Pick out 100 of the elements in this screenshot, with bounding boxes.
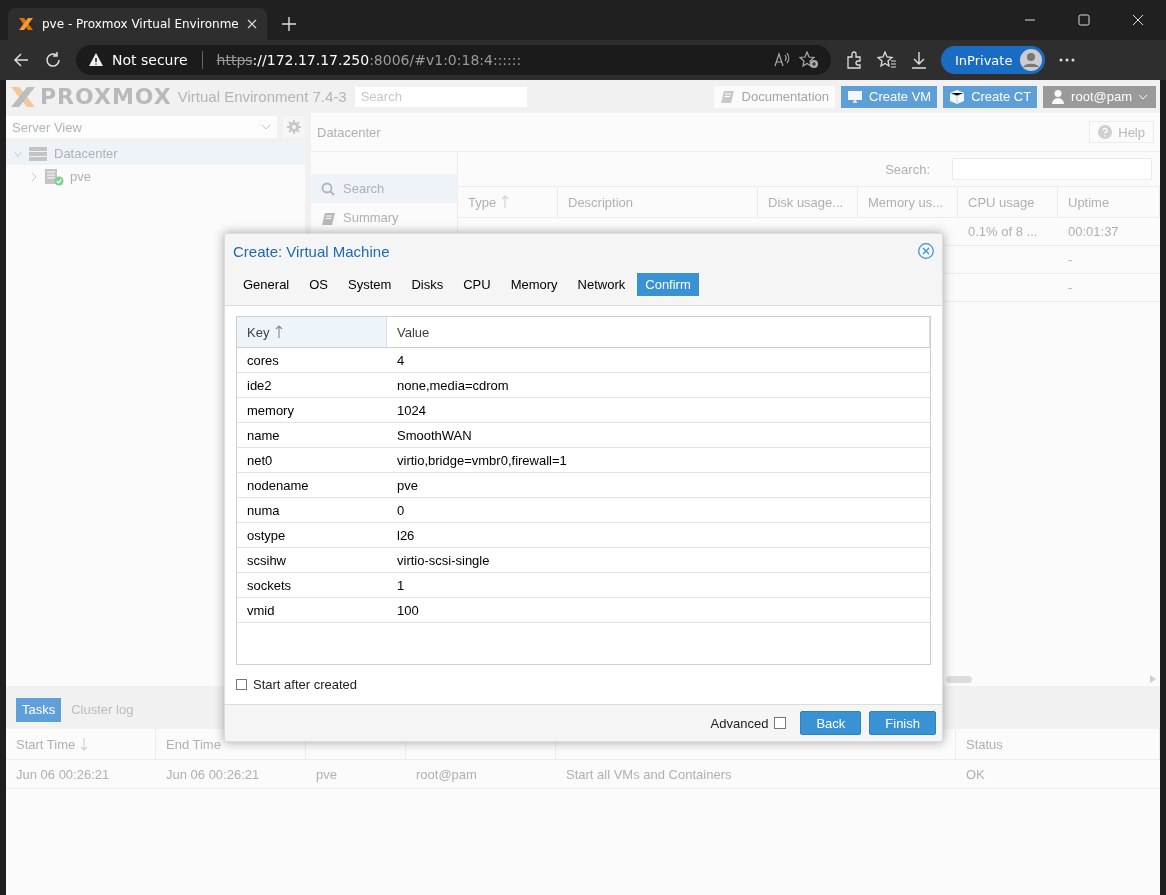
- product-version: Virtual Environment 7.4-3: [177, 88, 347, 105]
- table-cell-text: l26: [396, 526, 416, 545]
- sort-up-icon: [275, 325, 284, 339]
- checkbox[interactable]: [236, 678, 247, 690]
- dialog-title: Create: Virtual Machine: [233, 242, 390, 260]
- warning-icon: [88, 52, 104, 68]
- panel-title: Datacenter: [317, 124, 381, 140]
- security-label[interactable]: Not secure: [112, 52, 188, 68]
- table-cell-text: root@pam: [415, 765, 478, 784]
- checkbox[interactable]: [774, 717, 787, 729]
- favorite-add-icon[interactable]: [799, 51, 819, 69]
- table-cell-text: ostype: [246, 526, 287, 545]
- x-logo-icon: [10, 84, 36, 109]
- column-header[interactable]: Status: [966, 736, 1003, 752]
- table-cell-text: net0: [246, 451, 274, 470]
- x-logo-icon: [18, 16, 34, 32]
- table-cell-text: -: [1067, 279, 1074, 297]
- help-button[interactable]: Help: [1089, 121, 1154, 143]
- server-rack-icon: [28, 144, 48, 163]
- plus-icon[interactable]: [280, 16, 297, 32]
- read-aloud-icon[interactable]: [773, 52, 791, 68]
- caret-icon: [261, 124, 271, 130]
- column-header[interactable]: Memory us...: [868, 194, 944, 210]
- dialog-button[interactable]: Back: [800, 711, 862, 735]
- tree-item[interactable]: Datacenter: [6, 142, 305, 165]
- table-cell-text: Start all VMs and Containers: [565, 765, 733, 784]
- brand-logo: PROXMOX: [40, 84, 172, 109]
- table-cell-text: 100: [396, 601, 420, 620]
- back-icon[interactable]: [12, 51, 30, 69]
- table-cell-text: 1: [396, 576, 406, 595]
- refresh-icon[interactable]: [44, 51, 62, 69]
- column-header[interactable]: End Time: [166, 736, 221, 752]
- url-text: https://172.17.17.250:8006/#v1:0:18:4::::::: [216, 52, 522, 68]
- table-cell-text: Jun 06 00:26:21: [15, 765, 111, 784]
- monitor-icon: [847, 88, 863, 105]
- browser-tab[interactable]: pve - Proxmox Virtual Environme: [8, 8, 267, 40]
- table-cell-text: name: [246, 426, 281, 445]
- table-cell-text: 4: [396, 351, 406, 370]
- tab[interactable]: Network: [569, 272, 634, 296]
- table-cell-text: 0.1% of 8 ...: [967, 223, 1039, 241]
- table-cell-text: 0: [396, 501, 406, 520]
- sort-up-icon: [501, 195, 510, 209]
- table-cell-text: numa: [246, 501, 281, 520]
- tree-item[interactable]: pve: [22, 165, 305, 188]
- column-header[interactable]: Uptime: [1068, 194, 1110, 210]
- view-select[interactable]: Server View: [6, 116, 277, 138]
- profile-button[interactable]: InPrivate: [941, 46, 1046, 74]
- extensions-icon[interactable]: [845, 51, 863, 69]
- favorites-icon[interactable]: [877, 51, 897, 69]
- search-label: Search:: [885, 161, 930, 177]
- column-header[interactable]: Description: [568, 194, 634, 210]
- tab[interactable]: General: [235, 272, 298, 296]
- table-cell-text: scsihw: [246, 551, 287, 570]
- documentation-button[interactable]: Documentation: [713, 85, 835, 108]
- tab[interactable]: Confirm: [637, 272, 699, 296]
- column-header[interactable]: Type: [468, 194, 510, 210]
- column-header[interactable]: Value: [387, 317, 930, 347]
- checkbox-label: Start after created: [253, 676, 358, 692]
- table-cell-text: Jun 06 00:26:21: [165, 765, 261, 784]
- create-button[interactable]: Create VM: [841, 85, 938, 108]
- table-cell-text: SmoothWAN: [396, 426, 473, 445]
- table-cell-text: pve: [396, 476, 419, 495]
- column-header[interactable]: Start Time: [16, 736, 89, 752]
- tab[interactable]: Tasks: [16, 697, 62, 722]
- menu-item[interactable]: Summary: [311, 203, 457, 232]
- tab[interactable]: CPU: [455, 272, 499, 296]
- tab[interactable]: Disks: [403, 272, 452, 296]
- user-menu-button[interactable]: root@pam: [1043, 85, 1156, 108]
- table-cell-text: -: [1067, 251, 1074, 269]
- scrollbar-thumb[interactable]: [946, 675, 972, 683]
- column-header[interactable]: Disk usage...: [768, 194, 844, 210]
- table-cell-text: none,media=cdrom: [396, 376, 510, 395]
- address-bar[interactable]: Not secure https://172.17.17.250:8006/#v1:0:18:4::::::: [76, 45, 831, 75]
- menu-item[interactable]: Search: [311, 174, 457, 203]
- column-header[interactable]: Key: [237, 317, 387, 347]
- column-header[interactable]: CPU usage: [968, 194, 1035, 210]
- caret-icon: [1138, 93, 1148, 100]
- search-field[interactable]: Search: [354, 86, 527, 107]
- download-icon[interactable]: [911, 51, 927, 69]
- more-icon[interactable]: [1059, 58, 1076, 62]
- settings-icon: [287, 120, 301, 134]
- search-icon: [321, 181, 335, 196]
- tab[interactable]: Memory: [502, 272, 566, 296]
- table-cell-text: nodename: [246, 476, 310, 495]
- sort-down-icon: [80, 737, 89, 751]
- table-cell-text: memory: [246, 401, 295, 420]
- table-cell-text: sockets: [246, 576, 293, 595]
- maximize-icon[interactable]: [1078, 14, 1090, 26]
- dialog-button[interactable]: Finish: [869, 711, 936, 735]
- tab[interactable]: System: [340, 272, 400, 296]
- tab[interactable]: OS: [301, 272, 337, 296]
- table-cell-text: 1024: [396, 401, 427, 420]
- table-cell-text: ide2: [246, 376, 273, 395]
- cube-icon: [949, 88, 966, 105]
- book-icon: [321, 210, 335, 225]
- create-button[interactable]: Create CT: [943, 85, 1038, 108]
- avatar-icon: [1020, 49, 1043, 71]
- checkbox-label: Advanced: [710, 715, 769, 731]
- table-cell-text: cores: [246, 351, 280, 370]
- help-icon: [1098, 125, 1113, 139]
